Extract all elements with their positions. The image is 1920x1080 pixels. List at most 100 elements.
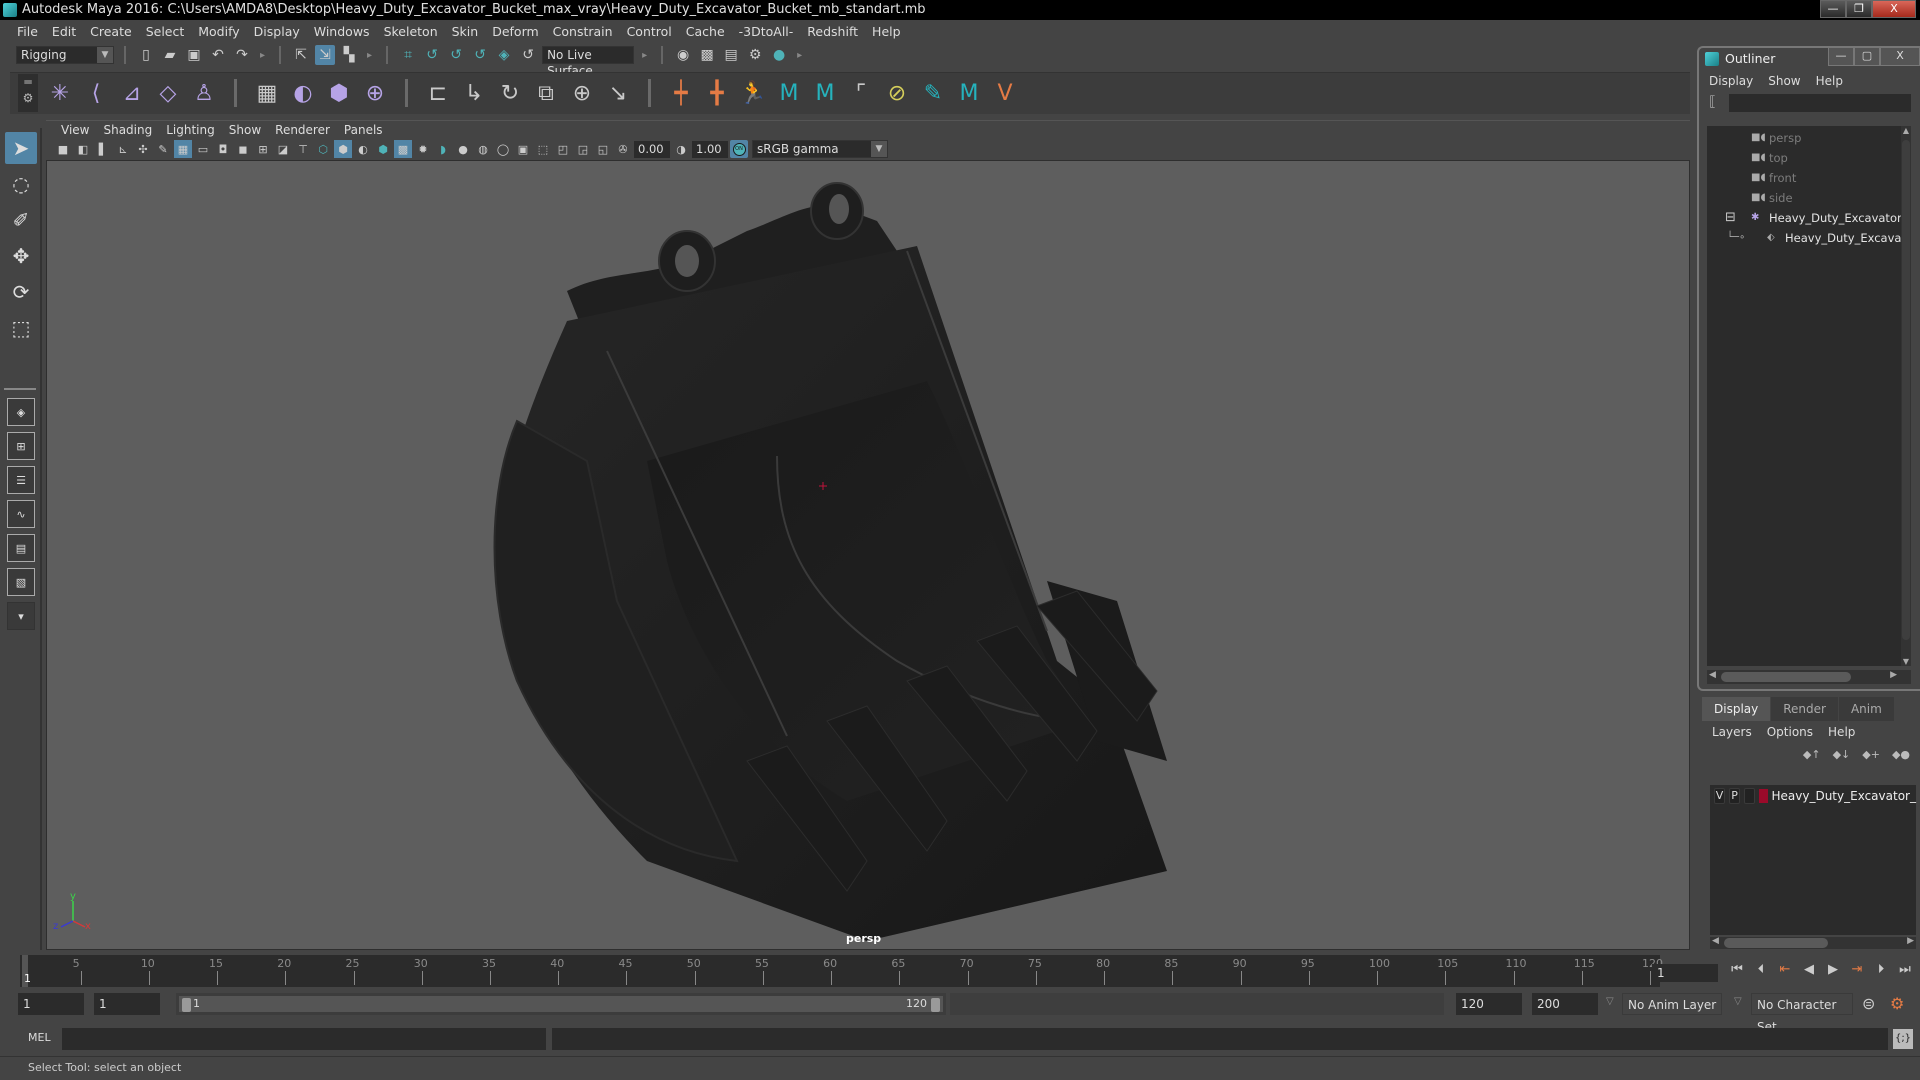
minimize-button[interactable]: — <box>1820 0 1846 18</box>
maya-logo-icon[interactable]: M <box>773 77 805 109</box>
exposure-field[interactable]: 0.00 <box>634 140 670 158</box>
single-perspective-layout-icon[interactable]: ◈ <box>7 398 35 426</box>
menu-constrain[interactable]: Constrain <box>546 21 620 43</box>
select-hierarchy-icon[interactable]: ⇱ <box>291 45 311 65</box>
menu-create[interactable]: Create <box>83 21 139 43</box>
playback-start-field[interactable]: 1 <box>94 993 160 1015</box>
menu-cache[interactable]: Cache <box>679 21 732 43</box>
range-end-handle[interactable] <box>931 998 940 1012</box>
anim-layer-chevron-icon[interactable]: ▽ <box>1606 996 1614 1007</box>
xray-joints-icon[interactable]: ◲ <box>574 140 592 158</box>
paint-select-tool-icon[interactable]: ✐ <box>5 204 37 236</box>
color-management-toggle[interactable]: ON <box>730 140 748 158</box>
empty-slot-icon[interactable]: ⌜ <box>845 77 877 109</box>
step-forward-key-icon[interactable]: ⇥ <box>1848 962 1866 977</box>
render-current-icon[interactable]: ▩ <box>697 45 717 65</box>
new-layer-selected-icon[interactable]: ◆● <box>1892 748 1910 761</box>
image-plane-icon[interactable]: ⊾ <box>114 140 132 158</box>
gate-mask-icon[interactable]: ◼ <box>234 140 252 158</box>
viewport-persp[interactable]: y x z <box>46 160 1690 950</box>
save-scene-icon[interactable]: ▣ <box>184 45 204 65</box>
auto-key-icon[interactable]: ⊜ <box>1862 994 1875 1013</box>
grease-pencil-icon[interactable]: ✎ <box>154 140 172 158</box>
resolution-gate-icon[interactable]: ◘ <box>214 140 232 158</box>
2d-pan-zoom-icon[interactable]: ✣ <box>134 140 152 158</box>
scrollbar-thumb[interactable] <box>1902 140 1910 640</box>
step-forward-icon[interactable]: ⏵ <box>1872 962 1890 977</box>
xray-active-icon[interactable]: ◱ <box>594 140 612 158</box>
move-tool-icon[interactable]: ✥ <box>5 240 37 272</box>
snap-live-icon[interactable]: ↺ <box>518 45 538 65</box>
menu-windows[interactable]: Windows <box>307 21 377 43</box>
outliner-titlebar[interactable]: Outliner — ▢ X <box>1699 48 1920 70</box>
outliner-horizontal-scrollbar[interactable]: ◀ ▶ <box>1707 670 1911 684</box>
lasso-tool-icon[interactable]: ◌ <box>5 168 37 200</box>
tab-render[interactable]: Render <box>1771 697 1838 721</box>
live-surface-field[interactable]: No Live Surface <box>542 46 635 78</box>
layer-menu-help[interactable]: Help <box>1828 725 1855 739</box>
outliner-search-input[interactable] <box>1729 94 1911 112</box>
outliner-menu-help[interactable]: Help <box>1816 74 1843 88</box>
open-scene-icon[interactable]: ▰ <box>160 45 180 65</box>
playback-end-field[interactable]: 120 <box>1456 993 1522 1015</box>
film-gate-icon[interactable]: ▭ <box>194 140 212 158</box>
wireframe-icon[interactable]: ⬡ <box>314 140 332 158</box>
step-back-key-icon[interactable]: ⇤ <box>1776 962 1794 977</box>
render-settings-icon[interactable]: ⚙ <box>745 45 765 65</box>
colorspace-dropdown[interactable]: sRGB gamma ▼ <box>752 140 888 158</box>
hypershade-persp-layout-icon[interactable]: ▤ <box>7 534 35 562</box>
more-layouts-icon[interactable]: ▾ <box>7 602 35 630</box>
set-key-icon[interactable]: ┿ <box>665 77 697 109</box>
character-set-chevron-icon[interactable]: ▽ <box>1734 996 1742 1007</box>
ambient-occlusion-icon[interactable]: ● <box>454 140 472 158</box>
outliner-maximize-button[interactable]: ▢ <box>1854 48 1880 66</box>
snap-point-icon[interactable]: ↺ <box>446 45 466 65</box>
panel-menu-lighting[interactable]: Lighting <box>159 123 222 137</box>
menu-redshift[interactable]: Redshift <box>800 21 865 43</box>
rotate-tool-icon[interactable]: ⟳ <box>5 276 37 308</box>
set-driven-key-icon[interactable]: ╋ <box>701 77 733 109</box>
outliner-item-camera[interactable]: ■◖ front <box>1707 168 1901 188</box>
layer-menu-layers[interactable]: Layers <box>1712 725 1752 739</box>
layer-hide-icon[interactable]: ⊘ <box>881 77 913 109</box>
scale-constraint-icon[interactable]: ⧉ <box>530 77 562 109</box>
menu-skeleton[interactable]: Skeleton <box>377 21 445 43</box>
textured-icon[interactable]: ▩ <box>394 140 412 158</box>
step-back-icon[interactable]: ⏴ <box>1752 962 1770 977</box>
safe-action-icon[interactable]: ◪ <box>274 140 292 158</box>
field-chart-icon[interactable]: ⊞ <box>254 140 272 158</box>
outliner-item-mesh[interactable]: └─∘ ⬖ Heavy_Duty_Excavator_ <box>1707 228 1901 248</box>
layer-horizontal-scrollbar[interactable]: ◀ ▶ <box>1710 936 1916 949</box>
safe-title-icon[interactable]: ⊤ <box>294 140 312 158</box>
pole-vector-icon[interactable]: ↘ <box>602 77 634 109</box>
maya-logo-alt-icon[interactable]: M <box>809 77 841 109</box>
panel-menu-shading[interactable]: Shading <box>96 123 159 137</box>
range-start-handle[interactable] <box>182 998 191 1012</box>
ik-spline-icon[interactable]: ◇ <box>152 77 184 109</box>
persp-graph-layout-icon[interactable]: ∿ <box>7 500 35 528</box>
collapse-icon[interactable]: ▸ <box>797 50 802 61</box>
outliner-minimize-button[interactable]: — <box>1828 48 1854 66</box>
joint-tool-icon[interactable]: ✳ <box>44 77 76 109</box>
layer-visibility-toggle[interactable]: V <box>1714 788 1726 804</box>
outliner-item-camera[interactable]: ■◖ top <box>1707 148 1901 168</box>
depth-of-field-icon[interactable]: ▣ <box>514 140 532 158</box>
snap-grid-icon[interactable]: ⌗ <box>398 45 418 65</box>
layer-color-swatch[interactable] <box>1759 789 1768 803</box>
menu-edit[interactable]: Edit <box>45 21 83 43</box>
shelf-gear-icon[interactable]: ⚙ <box>18 90 38 106</box>
menu-display[interactable]: Display <box>247 21 307 43</box>
move-layer-down-icon[interactable]: ◆↓ <box>1833 748 1851 761</box>
parent-constraint-icon[interactable]: ⊏ <box>422 77 454 109</box>
anim-prefs-icon[interactable]: ⚙ <box>1890 994 1904 1013</box>
scroll-up-icon[interactable]: ▲ <box>1901 126 1911 135</box>
anim-layer-dropdown[interactable]: No Anim Layer <box>1622 993 1722 1015</box>
filter-icon[interactable]: ⟦ <box>1709 94 1716 110</box>
outliner-item-camera[interactable]: ■◖ side <box>1707 188 1901 208</box>
smooth-bind-icon[interactable]: ▦ <box>251 77 283 109</box>
curve-tool-icon[interactable]: V <box>989 77 1021 109</box>
select-component-icon[interactable]: ▚ <box>339 45 359 65</box>
play-backward-icon[interactable]: ◀ <box>1800 962 1818 977</box>
ipr-render-icon[interactable]: ▤ <box>721 45 741 65</box>
new-layer-icon[interactable]: ◆+ <box>1862 748 1880 761</box>
